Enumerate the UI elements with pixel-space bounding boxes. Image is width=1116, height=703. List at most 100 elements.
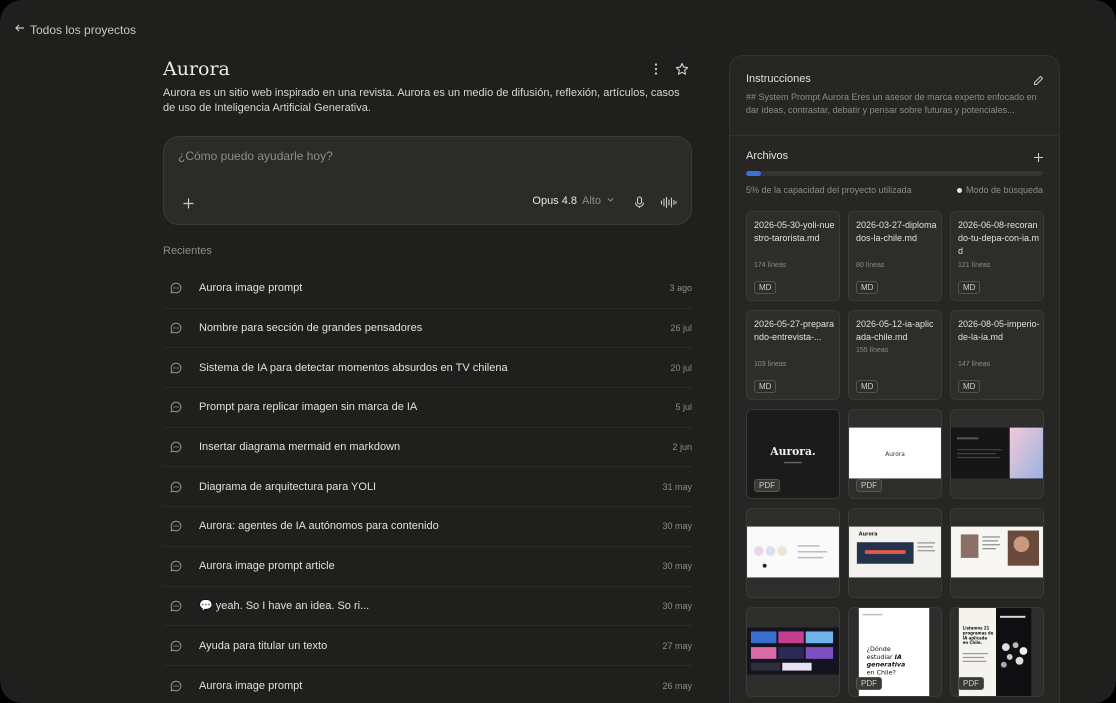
chat-bubble-icon — [169, 321, 183, 335]
file-type-badge: MD — [754, 380, 777, 393]
chevron-down-icon — [606, 195, 615, 207]
recent-chat-date: 5 jul — [675, 402, 692, 413]
pdf-card[interactable]: Listamos 21 programas de IA aplicada en Chi… — [950, 607, 1044, 697]
file-card[interactable]: 2026-08-05-imperio-de-la-ia.md 147 línea… — [950, 310, 1044, 400]
pdf-card[interactable]: Aurora. PDF — [746, 409, 840, 499]
project-sidebar: Instrucciones ## System Prompt Aurora Er… — [729, 55, 1060, 703]
recent-chat-title: Ayuda para titular un texto — [199, 639, 328, 652]
thumb-text: Aurora — [885, 452, 905, 458]
recent-chat-item[interactable]: Ayuda para titular un texto 27 may — [163, 626, 692, 666]
file-card[interactable]: 2026-03-27-diplomados-la-chile.md 80 lín… — [848, 211, 942, 301]
image-thumbnail: Aurora — [849, 509, 941, 597]
file-name: 2026-05-27-preparando-entrevista-... — [754, 319, 835, 342]
chat-bubble-icon — [169, 440, 183, 454]
chat-bubble-icon — [169, 559, 183, 573]
files-title: Archivos — [746, 150, 789, 162]
recent-chat-item[interactable]: 💬 yeah. So I have an idea. So ri... 30 ma… — [163, 587, 692, 627]
file-type-badge: PDF — [754, 479, 780, 492]
chat-bubble-icon — [169, 480, 183, 494]
recent-chat-item[interactable]: Insertar diagrama mermaid en markdown 2 j… — [163, 428, 692, 468]
capacity-bar — [746, 171, 1043, 176]
recent-chat-item[interactable]: Sistema de IA para detectar momentos abs… — [163, 348, 692, 389]
recent-chat-item[interactable]: Nombre para sección de grandes pensadore… — [163, 309, 692, 349]
chat-bubble-icon — [169, 400, 183, 414]
recent-chat-item[interactable]: Aurora image prompt 3 ago — [163, 269, 692, 309]
search-mode-toggle[interactable]: Modo de búsqueda — [956, 185, 1043, 195]
project-header: Aurora — [163, 56, 692, 82]
project-actions — [648, 61, 692, 77]
file-type-badge: PDF — [958, 677, 984, 690]
image-card[interactable]: Aurora — [848, 508, 942, 598]
model-selector[interactable]: Opus 4.8 Alto — [532, 195, 615, 207]
file-card[interactable]: 2026-05-30-yoli-nuestro-tarorista.md 174… — [746, 211, 840, 301]
file-lines: 174 líneas — [754, 262, 787, 269]
recent-chat-item[interactable]: Aurora: agentes de IA autónomos para con… — [163, 507, 692, 547]
recent-chat-date: 3 ago — [669, 283, 692, 294]
more-options-icon[interactable] — [648, 61, 664, 77]
recent-chat-title: Aurora: agentes de IA autónomos para con… — [199, 520, 439, 533]
chat-bubble-icon — [169, 519, 183, 533]
pencil-icon[interactable] — [1031, 73, 1045, 87]
recent-chat-date: 30 may — [662, 600, 692, 611]
pdf-card[interactable]: Aurora PDF — [848, 409, 942, 499]
recent-chat-item[interactable]: Prompt para replicar imagen sin marca de… — [163, 388, 692, 428]
file-name: 2026-03-27-diplomados-la-chile.md — [856, 220, 937, 243]
message-input[interactable] — [178, 149, 658, 163]
recent-chat-date: 2 jun — [672, 442, 692, 453]
instructions-title: Instrucciones — [746, 73, 811, 85]
image-card[interactable] — [746, 607, 840, 697]
back-label: Todos los proyectos — [30, 22, 137, 37]
recent-chat-title: Sistema de IA para detectar momentos abs… — [199, 361, 508, 374]
image-card[interactable] — [950, 508, 1044, 598]
image-card[interactable] — [746, 508, 840, 598]
file-card[interactable]: 2026-05-12-ia-aplicada-chile.md 155 líne… — [848, 310, 942, 400]
file-name: 2026-06-08-recorando-tu-depa-con-ia.md — [958, 220, 1040, 256]
file-type-badge: MD — [958, 380, 981, 393]
file-type-badge: MD — [958, 281, 981, 294]
back-to-projects-link[interactable]: Todos los proyectos — [14, 22, 136, 37]
image-thumbnail — [747, 608, 839, 696]
capacity-bar-fill — [746, 171, 761, 176]
plus-icon[interactable] — [180, 195, 196, 211]
file-name: 2026-08-05-imperio-de-la-ia.md — [958, 319, 1040, 342]
recents-list: Aurora image prompt 3 ago Nombre para secc… — [163, 269, 692, 703]
plus-icon[interactable] — [1031, 150, 1045, 164]
instructions-text: ## System Prompt Aurora Eres un asesor d… — [746, 92, 1037, 115]
recent-chat-title: Aurora image prompt — [199, 282, 303, 295]
recent-chat-item[interactable]: Diagrama de arquitectura para YOLI 31 may — [163, 467, 692, 508]
chat-bubble-icon — [169, 679, 183, 693]
files-section: Archivos 5% de la capacidad del proyecto… — [730, 136, 1059, 697]
file-type-badge: MD — [856, 281, 879, 294]
file-card[interactable]: 2026-06-08-recorando-tu-depa-con-ia.md 1… — [950, 211, 1044, 301]
app-window: Todos los proyectos Aurora Aurora es un … — [0, 0, 1116, 703]
thumb-text: Aurora. — [769, 445, 815, 458]
recent-chat-date: 31 may — [662, 481, 692, 492]
file-type-badge: MD — [856, 380, 879, 393]
image-thumbnail — [747, 509, 839, 597]
pdf-card[interactable]: ¿Dónde estudiar IA generativa en Chile? … — [848, 607, 942, 697]
chat-bubble-icon — [169, 639, 183, 653]
model-name: Opus 4.8 — [532, 195, 578, 207]
recent-chat-title: Aurora image prompt — [199, 679, 303, 692]
recent-chat-title: Aurora image prompt article — [199, 560, 335, 573]
recents-heading: Recientes — [163, 245, 212, 257]
file-name: 2026-05-30-yoli-nuestro-tarorista.md — [754, 220, 835, 243]
image-thumbnail — [951, 509, 1043, 597]
capacity-text: 5% de la capacidad del proyecto utilizad… — [746, 185, 912, 195]
recent-chat-date: 27 may — [662, 640, 692, 651]
capacity-info: 5% de la capacidad del proyecto utilizad… — [746, 185, 1043, 195]
file-type-badge: PDF — [856, 479, 882, 492]
microphone-icon[interactable] — [631, 194, 647, 210]
chat-bubble-icon — [169, 599, 183, 613]
recent-chat-item[interactable]: Aurora image prompt 26 may — [163, 666, 692, 703]
recent-chat-title: Nombre para sección de grandes pensadore… — [199, 322, 423, 335]
file-card[interactable]: 2026-05-27-preparando-entrevista-... 103… — [746, 310, 840, 400]
image-card[interactable] — [950, 409, 1044, 499]
recent-chat-date: 20 jul — [670, 362, 692, 373]
recent-chat-item[interactable]: Aurora image prompt article 30 may — [163, 547, 692, 587]
voice-mode-icon[interactable] — [659, 194, 677, 210]
star-icon[interactable] — [674, 61, 690, 77]
chat-composer: Opus 4.8 Alto — [163, 136, 692, 225]
recent-chat-date: 26 may — [662, 680, 692, 691]
instructions-section[interactable]: Instrucciones ## System Prompt Aurora Er… — [730, 56, 1059, 136]
